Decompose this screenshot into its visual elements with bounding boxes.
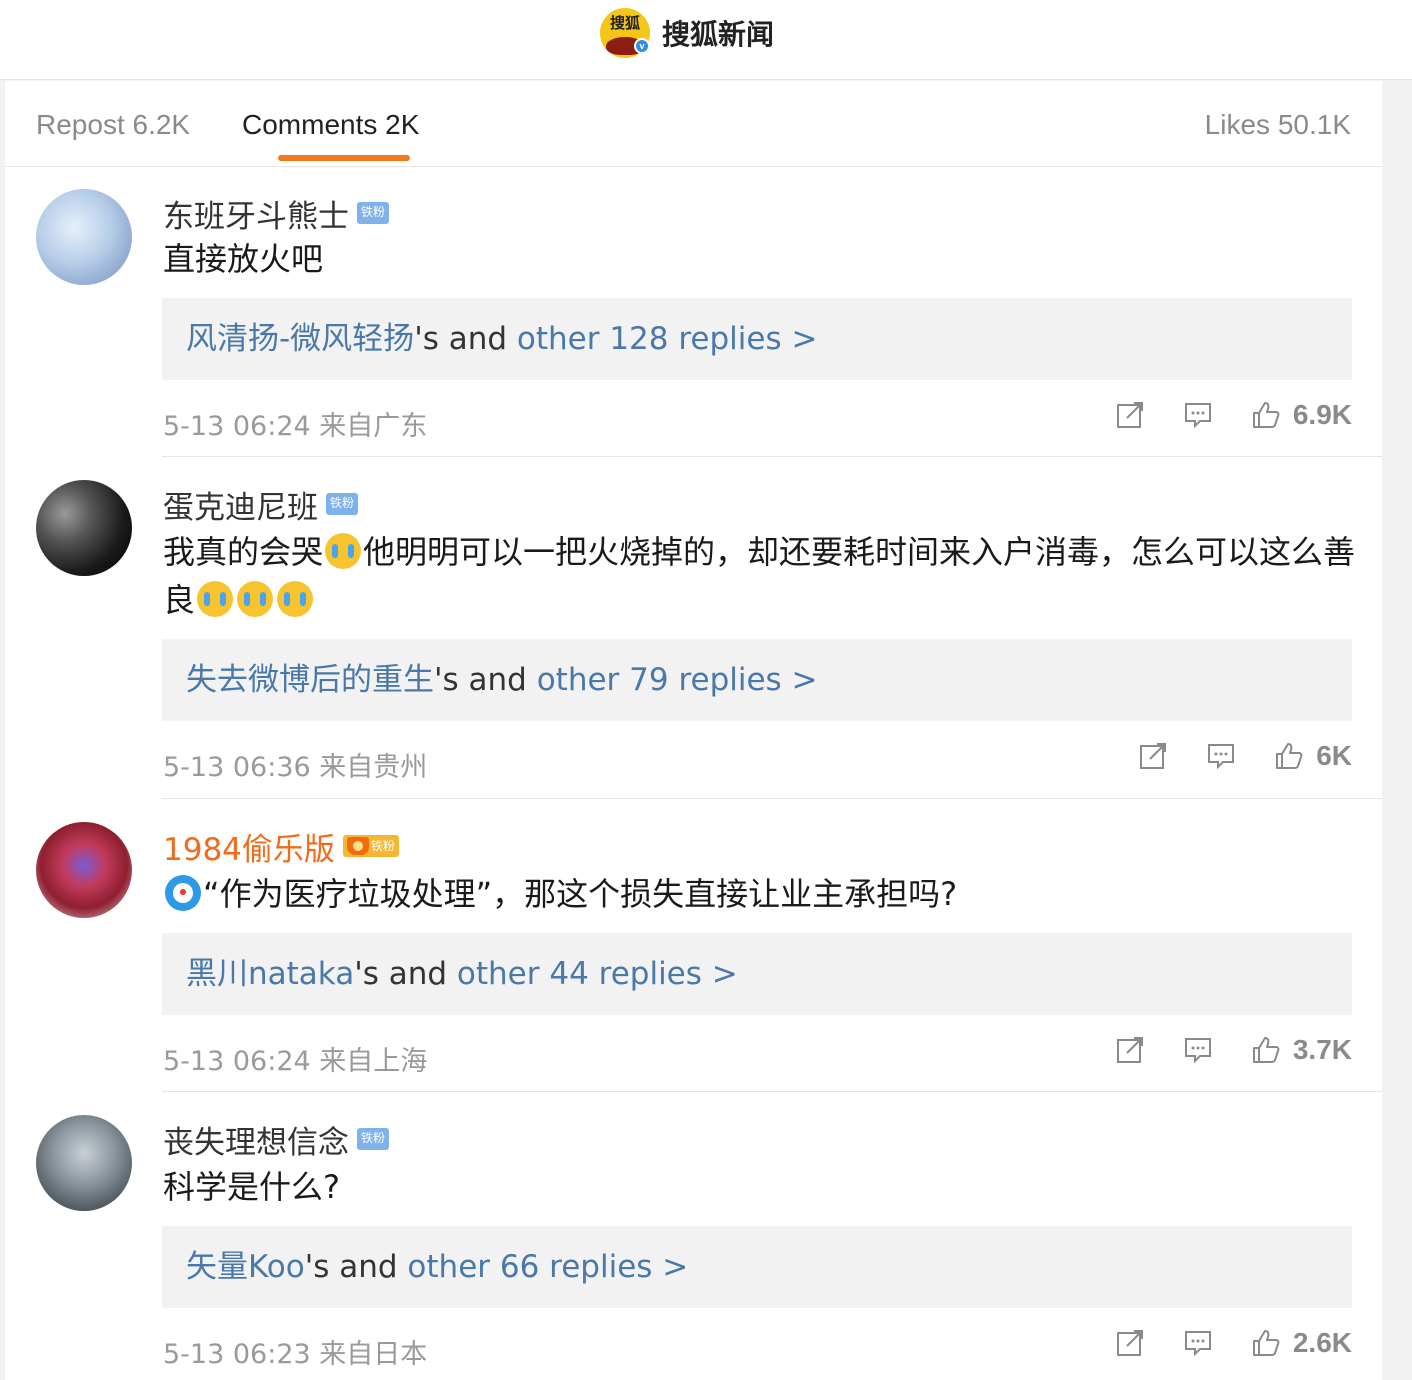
- share-icon[interactable]: [1115, 1328, 1145, 1358]
- crying-emoji-icon: [277, 581, 314, 617]
- like-icon[interactable]: [1251, 1328, 1281, 1358]
- avatar[interactable]: [36, 480, 132, 576]
- comment-item: 蛋克迪尼班 铁粉 我真的会哭 他明明可以一把火烧掉的，却还要耗时间来入户消毒，怎么…: [5, 458, 1382, 799]
- comment-text: “作为医疗垃圾处理”，那这个损失直接让业主承担吗?: [163, 870, 1363, 918]
- more-replies-link[interactable]: other 66 replies >: [407, 1249, 688, 1285]
- replies-preview[interactable]: 风清扬-微风轻扬's and other 128 replies >: [162, 298, 1352, 380]
- share-icon[interactable]: [1115, 1035, 1145, 1065]
- replies-preview[interactable]: 失去微博后的重生's and other 79 replies >: [162, 639, 1352, 721]
- comment-meta: 5-13 06:24 来自广东: [163, 411, 428, 442]
- comment-item: 1984偷乐版 铁粉 “作为医疗垃圾处理”，那这个损失直接让业主承担吗? 黑川n…: [5, 800, 1382, 1092]
- comment-text-part: “作为医疗垃圾处理”，那这个损失直接让业主承担吗?: [203, 875, 958, 913]
- comment-meta: 5-13 06:24 来自上海: [163, 1046, 428, 1077]
- username-row: 1984偷乐版 铁粉: [163, 828, 399, 868]
- comment-text: 科学是什么?: [163, 1168, 340, 1206]
- comment-actions: 2.6K: [1077, 1327, 1352, 1359]
- divider: [162, 1091, 1382, 1092]
- divider: [162, 798, 1382, 799]
- avatar[interactable]: [36, 189, 132, 285]
- replies-preview[interactable]: 矢量Koo's and other 66 replies >: [162, 1226, 1352, 1308]
- avatar[interactable]: [36, 822, 132, 918]
- avatar[interactable]: [36, 1115, 132, 1211]
- comments-panel: Repost 6.2K Comments 2K Likes 50.1K 东班牙斗…: [5, 81, 1382, 1380]
- reply-user-link[interactable]: 失去微博后的重生: [186, 662, 434, 698]
- app-header: 搜狐 搜狐新闻 v: [0, 0, 1412, 80]
- comment-icon[interactable]: [1183, 1328, 1213, 1358]
- username[interactable]: 丧失理想信念: [163, 1117, 349, 1162]
- username-row: 蛋克迪尼班 铁粉: [163, 486, 359, 526]
- more-replies-link[interactable]: other 44 replies >: [457, 956, 738, 992]
- comment-actions: 6.9K: [1077, 399, 1352, 431]
- username-row: 丧失理想信念 铁粉: [163, 1121, 390, 1161]
- like-count: 2.6K: [1292, 1327, 1352, 1358]
- comment-icon[interactable]: [1183, 400, 1213, 430]
- username-row: 东班牙斗熊士 铁粉: [163, 195, 390, 235]
- comment-icon[interactable]: [1206, 741, 1236, 771]
- like-icon[interactable]: [1251, 400, 1281, 430]
- tab-likes[interactable]: Likes 50.1K: [1205, 109, 1351, 141]
- more-replies-link[interactable]: other 79 replies >: [537, 662, 818, 698]
- fan-badge: 铁粉: [357, 202, 390, 224]
- comment-text: 我真的会哭 他明明可以一把火烧掉的，却还要耗时间来入户消毒，怎么可以这么善良: [163, 528, 1363, 624]
- account-header[interactable]: 搜狐 搜狐新闻: [600, 8, 774, 58]
- like-icon[interactable]: [1274, 741, 1304, 771]
- comment-meta: 5-13 06:36 来自贵州: [163, 752, 428, 783]
- crying-emoji-icon: [237, 581, 274, 617]
- active-tab-indicator: [278, 155, 410, 161]
- account-title[interactable]: 搜狐新闻: [662, 13, 774, 53]
- share-icon[interactable]: [1115, 400, 1145, 430]
- comment-text-part: 我真的会哭: [163, 533, 324, 571]
- like-icon[interactable]: [1251, 1035, 1281, 1065]
- fan-badge: 铁粉: [342, 835, 399, 857]
- reply-user-link[interactable]: 风清扬-微风轻扬: [186, 321, 414, 357]
- fan-badge: 铁粉: [326, 493, 359, 515]
- reply-connector: 's and: [354, 956, 457, 992]
- crown-icon: [346, 837, 369, 855]
- crying-emoji-icon: [197, 581, 234, 617]
- share-icon[interactable]: [1138, 741, 1168, 771]
- verified-icon: v: [634, 38, 650, 54]
- reply-connector: 's and: [304, 1249, 408, 1285]
- like-count: 3.7K: [1292, 1034, 1352, 1065]
- fan-badge-label: 铁粉: [370, 839, 395, 853]
- more-replies-link[interactable]: other 128 replies >: [517, 321, 818, 357]
- comment-text: 直接放火吧: [163, 240, 324, 278]
- crying-emoji-icon: [325, 533, 362, 569]
- reply-user-link[interactable]: 矢量Koo: [186, 1249, 305, 1285]
- doraemon-emoji-icon: [165, 875, 201, 911]
- replies-preview[interactable]: 黑川nataka's and other 44 replies >: [162, 933, 1352, 1015]
- reply-connector: 's and: [434, 662, 537, 698]
- comment-item: 丧失理想信念 铁粉 科学是什么? 矢量Koo's and other 66 re…: [5, 1093, 1382, 1380]
- fan-badge: 铁粉: [357, 1128, 390, 1150]
- tab-bar: Repost 6.2K Comments 2K Likes 50.1K: [5, 81, 1382, 167]
- username[interactable]: 蛋克迪尼班: [163, 482, 318, 527]
- comment-meta: 5-13 06:23 来自日本: [163, 1339, 428, 1370]
- username[interactable]: 1984偷乐版: [163, 824, 335, 869]
- comment-item: 东班牙斗熊士 铁粉 直接放火吧 风清扬-微风轻扬's and other 128…: [5, 167, 1382, 457]
- divider: [162, 456, 1382, 457]
- comment-actions: 6K: [1100, 740, 1352, 772]
- like-count: 6.9K: [1292, 399, 1352, 430]
- comment-icon[interactable]: [1183, 1035, 1213, 1065]
- reply-user-link[interactable]: 黑川nataka: [186, 956, 354, 992]
- like-count: 6K: [1316, 740, 1352, 771]
- username[interactable]: 东班牙斗熊士: [163, 191, 349, 236]
- logo-text: 搜狐: [609, 14, 640, 32]
- tab-comments[interactable]: Comments 2K: [242, 109, 419, 141]
- comment-actions: 3.7K: [1077, 1034, 1352, 1066]
- reply-connector: 's and: [414, 321, 517, 357]
- tab-repost[interactable]: Repost 6.2K: [36, 109, 190, 141]
